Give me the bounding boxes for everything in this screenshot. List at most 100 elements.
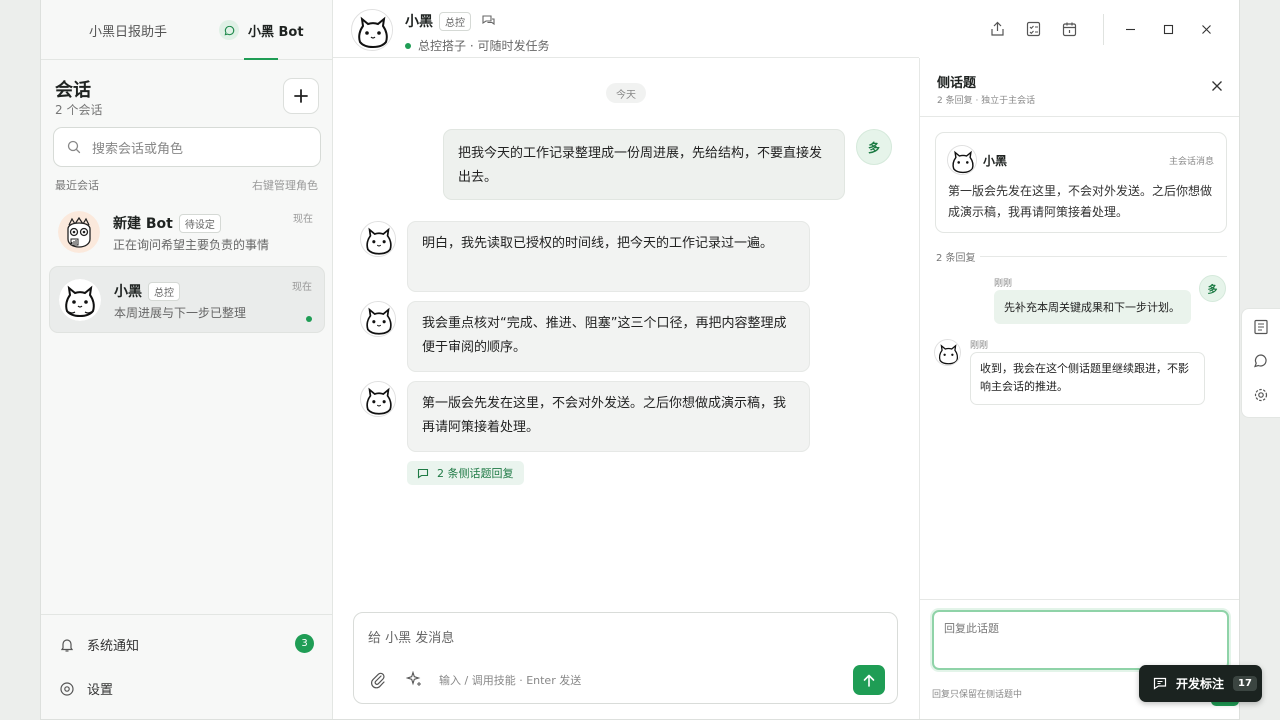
online-dot [306,316,312,322]
composer-hint: 输入 / 调用技能 · Enter 发送 [439,674,582,687]
active-tab-indicator [244,58,278,60]
bot-message: 第一版会先发在这里，不会对外发送。之后你想做成演示稿，我再请阿策接着处理。 [407,381,810,452]
minimize-icon[interactable] [1125,24,1136,35]
tab-xiaohei-bot[interactable]: 小黑 Bot [219,0,304,60]
reply-time: 刚刚 [994,279,1013,289]
paperclip-icon[interactable] [370,671,386,689]
role-badge: 总控 [439,11,471,31]
chat-title: 小黑 总控 [405,11,496,31]
bell-icon [60,638,74,652]
search-input[interactable]: 搜索会话或角色 [53,127,321,167]
thread-reply-input[interactable]: 回复此话题 [932,610,1229,670]
origin-message-card: 小黑 主会话消息 第一版会先发在这里，不会对外发送。之后你想做成演示稿，我再请阿… [935,132,1227,233]
thread-replies-button[interactable]: 2 条侧话题回复 [407,461,524,485]
user-avatar: 多 [856,129,892,165]
close-icon[interactable] [1201,24,1212,35]
chat-status-text: 总控搭子 · 可随时发任务 [418,39,550,53]
notifications-count-badge: 3 [295,634,314,653]
origin-tag: 主会话消息 [1168,157,1214,167]
tab-label: 小黑 Bot [248,24,304,40]
gear-icon[interactable] [1253,387,1269,403]
divider [980,256,1227,257]
sidebar-footer: 系统通知 3 设置 [41,614,333,719]
conversation-item-new-bot[interactable]: 新建 Bot 待设定 正在询问希望主要负责的事情 现在 [49,199,325,266]
reply-count: 2 条回复 [936,253,976,264]
new-session-button[interactable] [283,78,319,114]
search-icon [67,140,81,154]
conversation-subtitle: 本周进展与下一步已整理 [114,306,247,320]
gear-icon [60,681,74,696]
checklist-icon[interactable] [1026,21,1041,37]
chats-icon[interactable] [481,14,496,28]
cat-avatar [351,9,393,51]
message-composer[interactable]: 给 小黑 发消息 输入 / 调用技能 · Enter 发送 [353,612,898,704]
send-button[interactable] [853,665,885,695]
composer-placeholder: 给 小黑 发消息 [368,631,455,646]
dev-badge-count: 17 [1233,676,1257,691]
chats-icon[interactable] [1253,353,1269,369]
thread-note: 回复只保留在侧话题中 [932,690,1023,700]
manage-hint: 右键管理角色 [252,179,318,192]
dev-annotations-button[interactable]: 开发标注 17 [1139,665,1262,702]
tab-daily-assistant[interactable]: 小黑日报助手 [89,0,167,60]
status-badge: 待设定 [178,213,221,233]
settings-item[interactable]: 设置 [59,679,113,698]
dev-badge-label: 开发标注 [1176,677,1225,691]
conversation-name: 新建 Bot 待设定 [113,213,221,233]
origin-author: 小黑 [983,154,1008,168]
user-avatar: 多 [1199,275,1226,302]
sessions-count: 2 个会话 [55,103,103,117]
conversation-title: 小黑 [114,284,142,300]
cat-avatar [360,301,396,337]
sparkle-icon[interactable] [406,671,422,687]
comment-icon [1153,677,1167,690]
plus-icon [294,89,308,103]
search-placeholder: 搜索会话或角色 [92,141,184,157]
cat-avatar [947,145,977,175]
conversation-subtitle: 正在询问希望主要负责的事情 [113,238,270,252]
notifications-label: 系统通知 [87,639,140,654]
chat-bubble-icon [219,20,239,40]
bot-tabs: 小黑日报助手 小黑 Bot [41,0,332,60]
robot-avatar [58,211,100,253]
cat-avatar [934,339,961,366]
maximize-icon[interactable] [1163,24,1174,35]
tab-label: 小黑日报助手 [89,24,168,40]
user-message: 把我今天的工作记录整理成一份周进展，先给结构，不要直接发出去。 [443,129,845,200]
chat-header: 小黑 总控 总控搭子 · 可随时发任务 [333,0,919,58]
conversation-time: 现在 [293,214,313,225]
chat-name: 小黑 [405,14,433,30]
conversation-title: 新建 Bot [113,216,173,232]
online-dot [405,42,411,49]
side-thread-panel: 侧话题 2 条回复 · 独立于主会话 小黑 主会话消息 第一版会先发在这里，不会… [919,58,1239,719]
recent-label: 最近会话 [55,179,99,192]
close-icon[interactable] [1211,80,1223,92]
chat-status: 总控搭子 · 可随时发任务 [405,37,549,54]
side-thread-title: 侧话题 [937,76,977,91]
side-thread-header: 侧话题 2 条回复 · 独立于主会话 [920,58,1239,117]
calendar-icon[interactable] [1062,21,1077,37]
cat-avatar [59,279,101,321]
document-icon[interactable] [1253,319,1269,335]
thread-reply-placeholder: 回复此话题 [944,622,999,635]
conversation-time: 现在 [292,282,312,293]
bot-message: 我会重点核对“完成、推进、阻塞”这三个口径，再把内容整理成便于审阅的顺序。 [407,301,810,372]
sidebar: 小黑日报助手 小黑 Bot 会话 2 个会话 搜索会话或角色 最近会话 右键管理… [41,0,333,719]
conversation-item-xiaohei[interactable]: 小黑 总控 本周进展与下一步已整理 现在 [49,266,325,333]
bot-message: 明白，我先读取已授权的时间线，把今天的工作记录过一遍。 [407,221,810,292]
bot-reply: 收到，我会在这个侧话题里继续跟进，不影响主会话的推进。 [970,352,1205,405]
arrow-up-icon [863,674,875,687]
sessions-title: 会话 [55,80,91,101]
share-icon[interactable] [990,21,1005,37]
user-reply: 先补充本周关键成果和下一步计划。 [994,290,1191,324]
comment-icon [417,468,429,479]
chat-panel: 小黑 总控 总控搭子 · 可随时发任务 今天 把我今天的工作记录整理成一份周进展… [333,0,919,719]
cat-avatar [360,381,396,417]
notifications-item[interactable]: 系统通知 [59,635,139,654]
role-badge: 总控 [148,281,180,301]
conversation-name: 小黑 总控 [114,281,180,301]
date-divider: 今天 [606,83,646,103]
side-rail [1241,308,1280,418]
settings-label: 设置 [87,683,114,698]
thread-replies-label: 2 条侧话题回复 [437,467,514,480]
